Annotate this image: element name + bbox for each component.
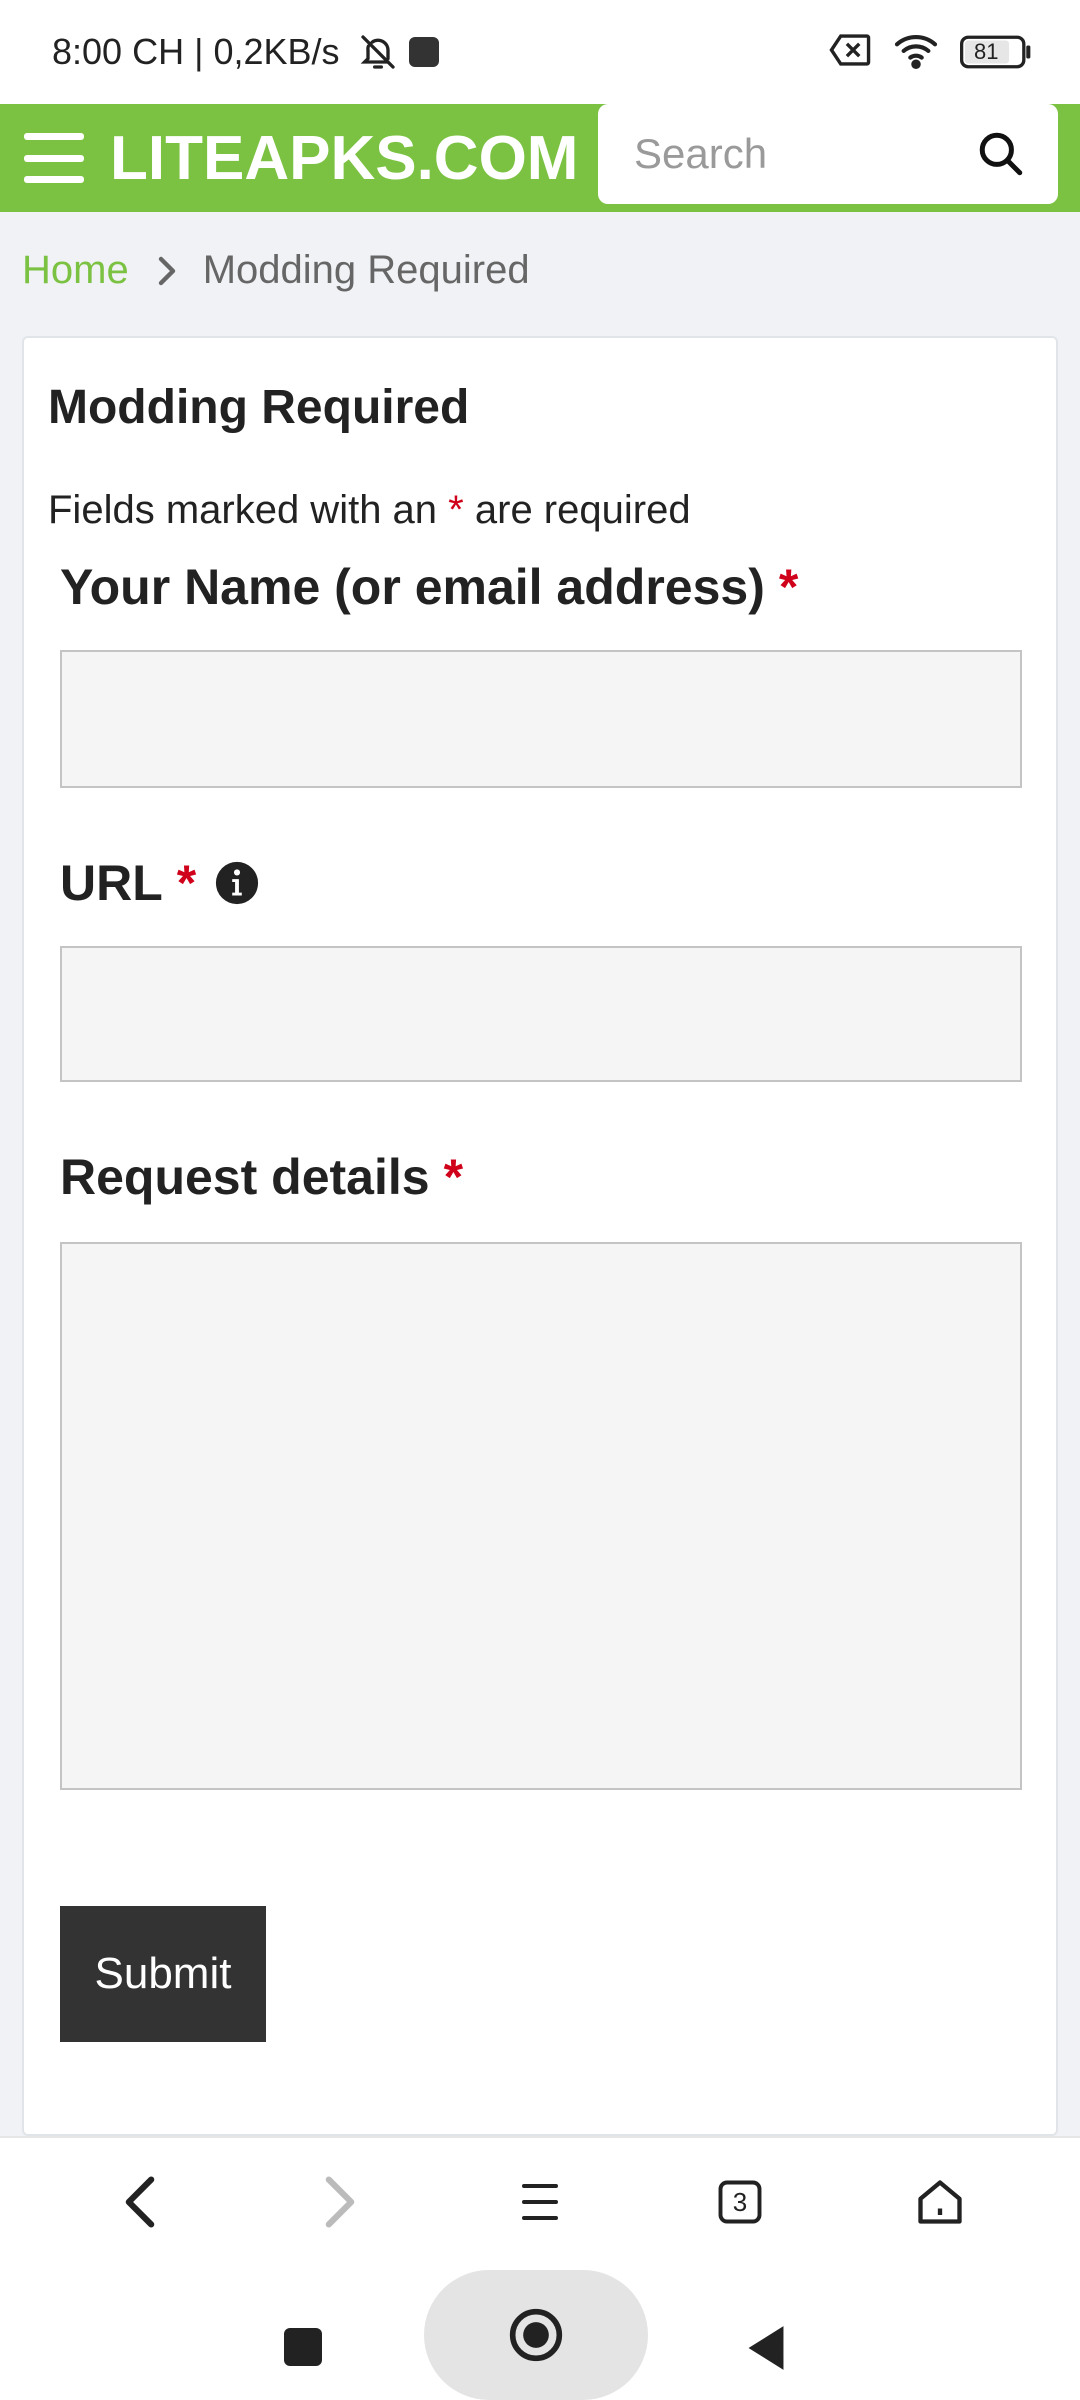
- home-button[interactable]: [424, 2270, 648, 2400]
- menu-icon[interactable]: [500, 2162, 580, 2242]
- battery-level: 81: [974, 39, 999, 64]
- back-icon[interactable]: [100, 2162, 180, 2242]
- status-right: 81: [828, 31, 1032, 74]
- breadcrumb: Home Modding Required: [22, 248, 530, 293]
- status-network-speed: 0,2KB/s: [213, 31, 340, 72]
- browser-toolbar: 3: [0, 2136, 1080, 2266]
- required-asterisk: *: [176, 855, 197, 911]
- app-notification-icon: [406, 34, 442, 70]
- required-note-suffix: are required: [474, 488, 691, 532]
- required-asterisk: *: [443, 1149, 464, 1205]
- battery-icon: 81: [960, 35, 1032, 69]
- breadcrumb-current: Modding Required: [202, 248, 530, 292]
- search-icon[interactable]: [976, 129, 1026, 179]
- wifi-icon: [892, 31, 940, 74]
- sim-error-icon: [828, 33, 872, 72]
- tabs-icon[interactable]: 3: [700, 2162, 780, 2242]
- request-details-textarea[interactable]: [60, 1242, 1022, 1790]
- required-note-prefix: Fields marked with an: [48, 488, 438, 532]
- chevron-right-icon: [155, 255, 179, 287]
- submit-button[interactable]: Submit: [60, 1906, 266, 2042]
- breadcrumb-home-link[interactable]: Home: [22, 248, 129, 293]
- url-field-label: URL *: [60, 854, 260, 912]
- search-box: [598, 104, 1058, 204]
- name-field-label: Your Name (or email address) *: [60, 558, 798, 616]
- forward-icon[interactable]: [300, 2162, 380, 2242]
- hamburger-menu-icon[interactable]: [24, 133, 84, 183]
- required-asterisk: *: [778, 559, 799, 615]
- system-back-icon[interactable]: [744, 2324, 788, 2377]
- recent-apps-icon[interactable]: [284, 2328, 322, 2366]
- site-logo[interactable]: LITEAPKS.COM: [110, 123, 578, 194]
- info-icon[interactable]: [214, 860, 260, 906]
- url-input[interactable]: [60, 946, 1022, 1082]
- status-left: 8:00 CH | 0,2KB/s: [52, 31, 442, 73]
- url-label-text: URL: [60, 855, 163, 911]
- system-nav-bar: [0, 2266, 1080, 2400]
- status-separator: |: [194, 31, 204, 72]
- details-label-text: Request details: [60, 1149, 430, 1205]
- site-header: LITEAPKS.COM: [0, 104, 1080, 212]
- tab-count: 3: [732, 2186, 748, 2217]
- request-form-card: Modding Required Fields marked with an *…: [22, 336, 1058, 2136]
- status-time: 8:00 CH: [52, 31, 185, 72]
- bell-off-icon: [358, 32, 398, 72]
- page-title: Modding Required: [48, 381, 470, 434]
- home-icon[interactable]: [900, 2162, 980, 2242]
- required-fields-note: Fields marked with an * are required: [48, 488, 691, 533]
- name-email-input[interactable]: [60, 650, 1022, 788]
- home-circle-icon: [509, 2308, 563, 2362]
- search-input[interactable]: [634, 130, 954, 178]
- name-label-text: Your Name (or email address): [60, 559, 765, 615]
- status-bar: 8:00 CH | 0,2KB/s 81: [0, 0, 1080, 104]
- details-field-label: Request details *: [60, 1148, 463, 1206]
- required-asterisk: *: [448, 488, 464, 532]
